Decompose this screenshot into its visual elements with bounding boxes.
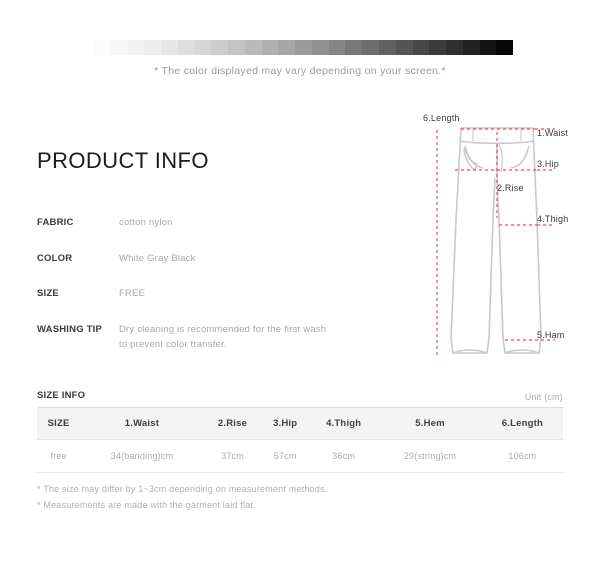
dimension-label-rise: 2.Rise	[497, 183, 524, 193]
color-swatch-step-9	[244, 40, 262, 55]
size-info-title: SIZE INFO	[37, 390, 86, 401]
product-info-label: COLOR	[37, 252, 73, 264]
color-swatch-step-8	[228, 40, 245, 55]
color-swatch-step-21	[446, 40, 463, 55]
size-table-col-thigh: 4.Thigh	[309, 407, 379, 440]
pants-measurement-diagram: 6.Length 1.Waist 3.Hip 2.Rise 4.Thigh 5.…	[415, 108, 600, 368]
color-swatch-step-16	[362, 40, 380, 55]
color-swatch-step-0	[94, 40, 111, 55]
color-swatch-step-6	[194, 40, 212, 55]
color-gradient-bar	[94, 40, 514, 55]
color-swatch-step-22	[462, 40, 480, 55]
size-cell-rise: 37cm	[203, 439, 262, 473]
size-cell-hip: 57cm	[261, 439, 310, 473]
size-table-header-row: SIZE 1.Waist 2.Rise 3.Hip 4.Thigh 5.Hem …	[37, 407, 563, 440]
color-swatch-step-17	[379, 40, 396, 55]
product-info-label: FABRIC	[37, 217, 74, 228]
dimension-label-hip: 3.Hip	[537, 159, 560, 169]
product-info-row-washing-tip: WASHING TIP Dry cleaning is recommended …	[37, 323, 377, 352]
color-swatch-step-14	[328, 40, 346, 55]
color-disclaimer-text: * The color displayed may vary depending…	[154, 65, 446, 77]
product-info-value: Dry cleaning is recommended for the firs…	[119, 324, 327, 350]
size-table-col-hem: 5.Hem	[378, 407, 482, 440]
product-info-label: SIZE	[37, 288, 59, 300]
size-cell-thigh: 36cm	[309, 439, 379, 473]
dimension-label-length: 6.Length	[423, 113, 460, 123]
size-cell-size: free	[37, 439, 81, 473]
size-cell-length: 106cm	[481, 439, 563, 473]
color-swatch-step-4	[161, 40, 178, 55]
size-info-unit: Unit (cm)	[524, 392, 563, 402]
color-swatch-step-10	[261, 40, 279, 55]
color-swatch-step-1	[110, 40, 128, 55]
size-table-col-length: 6.Length	[481, 407, 563, 440]
table-row: free 34(banding)cm 37cm 57cm 36cm 29(str…	[37, 439, 563, 473]
dimension-label-thigh: 4.Thigh	[537, 214, 569, 224]
coin-pocket	[463, 147, 478, 171]
size-note-tolerance: * The size may differ by 1~3cm depending…	[37, 484, 328, 494]
right-leg-outline	[496, 127, 542, 354]
color-swatch-step-7	[211, 40, 229, 55]
color-swatch-step-18	[395, 40, 413, 55]
pants-illustration-svg	[436, 127, 555, 356]
size-info-header: SIZE INFO Unit (cm)	[37, 385, 563, 403]
waistband-bottom	[459, 140, 535, 145]
product-info-row-fabric: FABRIC cotton nylon	[37, 216, 377, 231]
color-swatch-step-5	[177, 40, 195, 55]
size-table-col-rise: 2.Rise	[203, 407, 262, 440]
color-swatch-step-15	[345, 40, 363, 55]
dimension-label-ham: 5.Ham	[537, 330, 565, 340]
page-title: PRODUCT INFO	[37, 148, 209, 173]
size-table-col-hip: 3.Hip	[261, 407, 310, 440]
size-note-laid-flat: * Measurements are made with the garment…	[37, 499, 256, 510]
product-info-label: WASHING TIP	[37, 324, 103, 336]
right-pocket	[510, 145, 530, 169]
color-swatch-step-19	[412, 40, 430, 55]
size-info-notes: * The size may differ by 1~3cm depending…	[37, 482, 563, 514]
color-swatch-step-20	[429, 40, 447, 55]
color-swatch-step-3	[144, 40, 162, 55]
product-info-section: PRODUCT INFO FABRIC cotton nylon COLOR W…	[37, 148, 377, 374]
color-swatch-step-23	[479, 40, 497, 55]
color-swatch-step-11	[278, 40, 296, 55]
size-cell-hem: 29(string)cm	[378, 439, 482, 473]
size-cell-waist: 34(banding)cm	[80, 439, 204, 473]
product-info-value: White Gray Black	[119, 252, 196, 264]
color-swatch-step-13	[311, 40, 329, 55]
size-table-col-waist: 1.Waist	[80, 407, 204, 440]
color-swatch-step-24	[496, 40, 514, 55]
product-info-value: FREE	[119, 288, 146, 300]
product-info-value: cotton nylon	[119, 217, 173, 228]
product-info-row-size: SIZE FREE	[37, 287, 377, 302]
color-swatch-step-2	[127, 40, 145, 55]
size-info-section: SIZE INFO Unit (cm) SIZE 1.Waist 2.Rise …	[37, 385, 563, 514]
color-swatch-step-12	[295, 40, 312, 55]
size-table: SIZE 1.Waist 2.Rise 3.Hip 4.Thigh 5.Hem …	[37, 407, 563, 473]
product-info-row-color: COLOR White Gray Black	[37, 252, 377, 267]
dimension-label-waist: 1.Waist	[537, 128, 569, 138]
fly-stitch	[498, 143, 503, 173]
size-table-col-size: SIZE	[37, 407, 81, 440]
